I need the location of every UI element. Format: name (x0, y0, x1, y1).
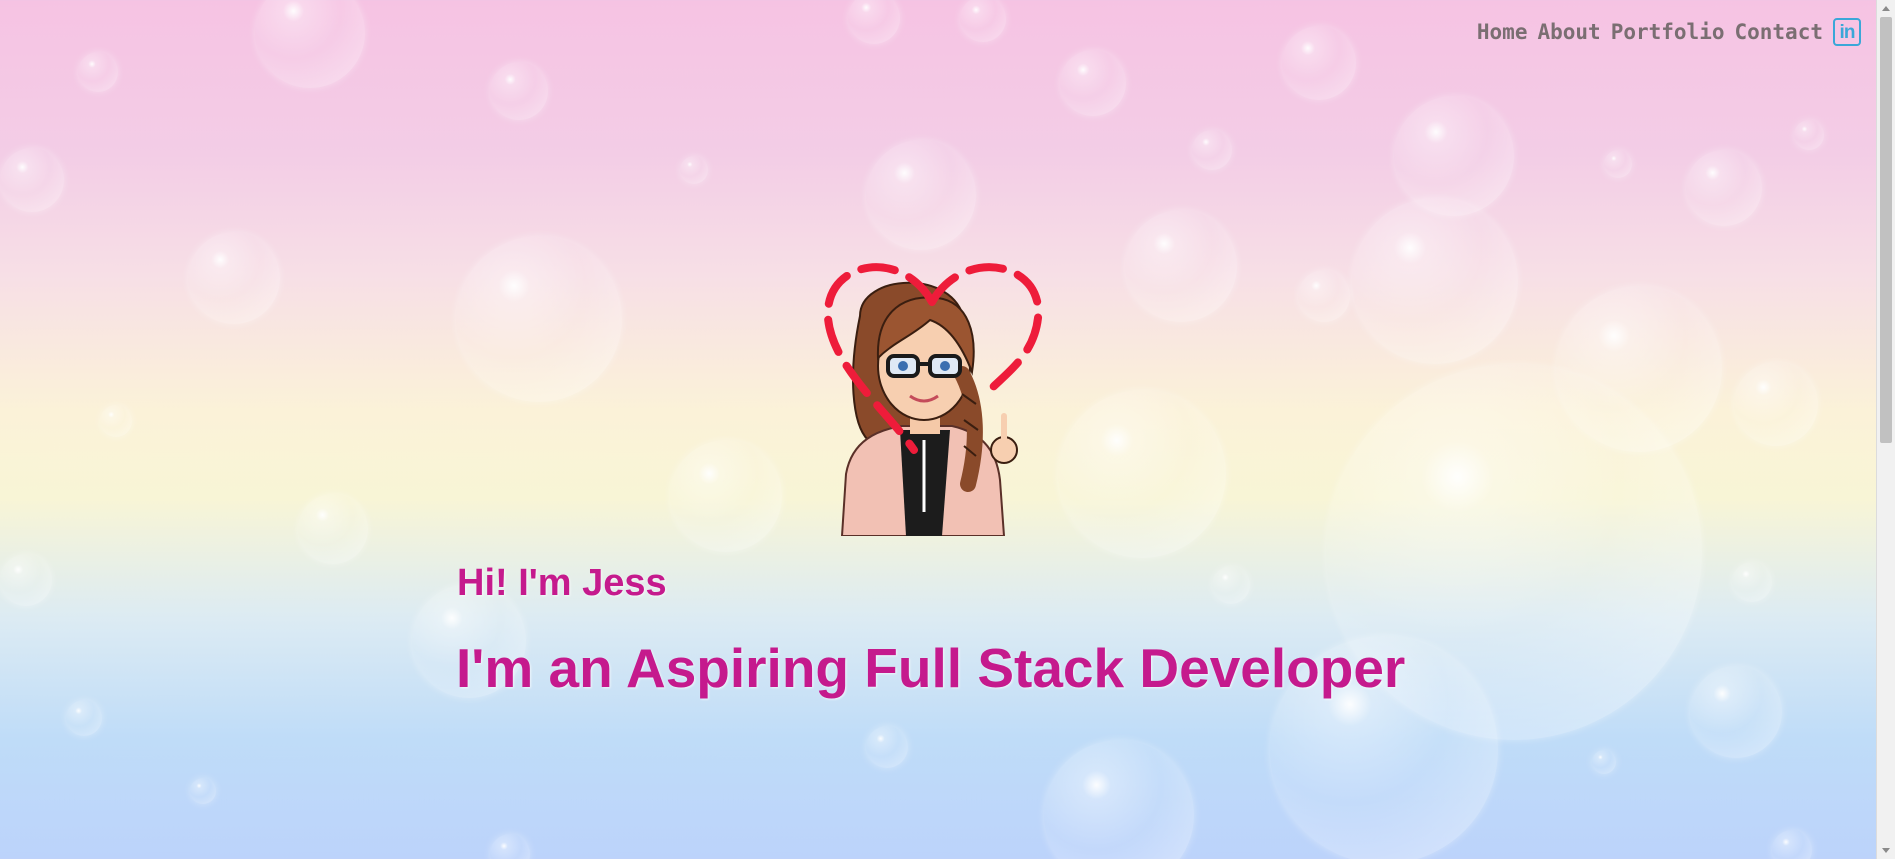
nav-contact-link[interactable]: Contact (1734, 20, 1823, 44)
scroll-down-icon[interactable] (1882, 848, 1890, 853)
scrollbar-thumb[interactable] (1880, 17, 1892, 443)
linkedin-glyph: in (1839, 21, 1856, 43)
nav-home-link[interactable]: Home (1477, 20, 1528, 44)
top-nav: Home About Portfolio Contact in (1477, 18, 1861, 46)
linkedin-icon[interactable]: in (1833, 18, 1861, 46)
vertical-scrollbar[interactable] (1876, 0, 1895, 859)
nav-portfolio-link[interactable]: Portfolio (1611, 20, 1725, 44)
scroll-up-icon[interactable] (1882, 6, 1890, 11)
bitmoji-avatar-with-heart (823, 263, 1043, 536)
greeting-heading: Hi! I'm Jess (457, 562, 667, 604)
tagline-heading: I'm an Aspiring Full Stack Developer (456, 637, 1406, 699)
nav-about-link[interactable]: About (1537, 20, 1600, 44)
